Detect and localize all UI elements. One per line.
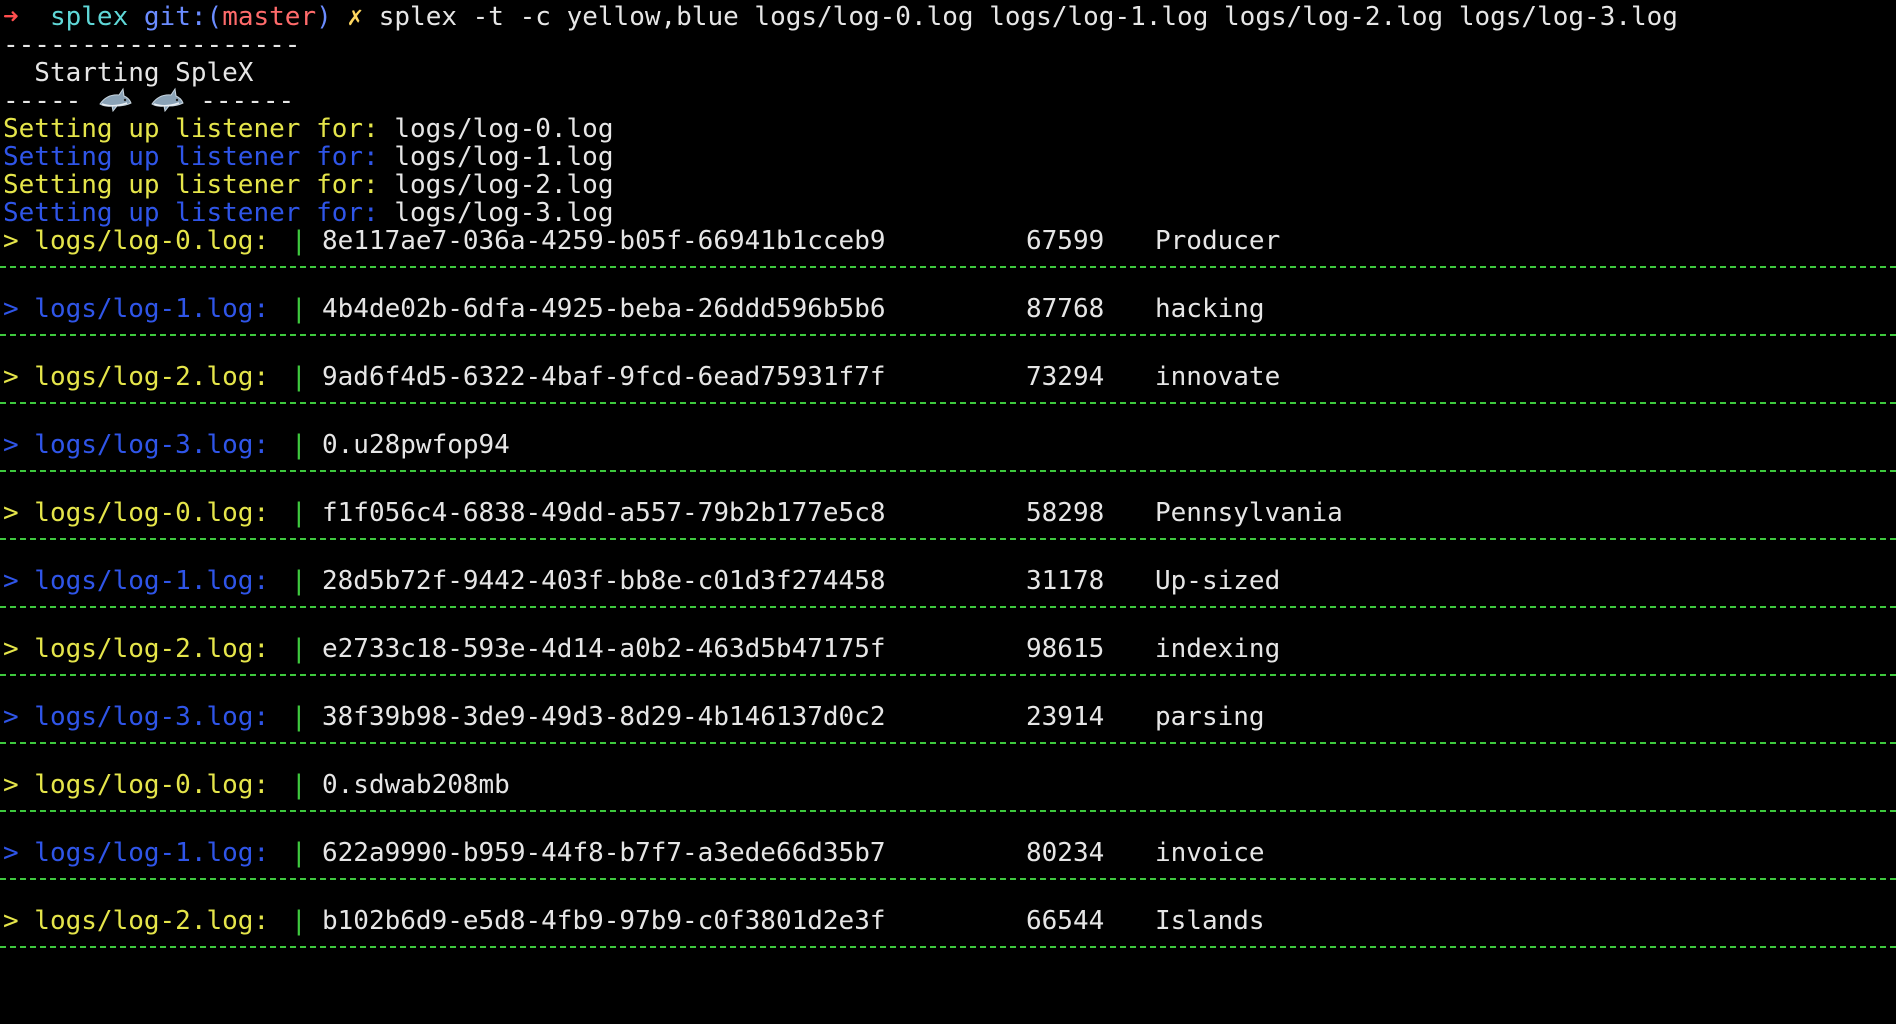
log-entry-number: 23914 [1026, 702, 1105, 732]
log-entry-separator [0, 470, 1896, 472]
log-entry-source: > logs/log-0.log: [3, 226, 285, 256]
log-entry-pipe: | [291, 906, 307, 936]
log-entry-number: 80234 [1026, 838, 1105, 868]
log-entry-word: Producer [1155, 226, 1281, 256]
log-entry-source: > logs/log-2.log: [3, 906, 285, 936]
log-entry-number: 58298 [1026, 498, 1105, 528]
log-entry-source: > logs/log-0.log: [3, 770, 285, 800]
log-entry-id: 9ad6f4d5-6322-4baf-9fcd-6ead75931f7f [322, 362, 886, 392]
log-entry-id: 0.u28pwfop94 [322, 430, 510, 460]
log-entry-word: Up-sized [1155, 566, 1281, 596]
log-entry-id: 28d5b72f-9442-403f-bb8e-c01d3f274458 [322, 566, 886, 596]
log-entry-id: b102b6d9-e5d8-4fb9-97b9-c0f3801d2e3f [322, 906, 886, 936]
log-entry-word: hacking [1155, 294, 1265, 324]
log-entry-pipe: | [291, 430, 307, 460]
log-entry-pipe: | [291, 702, 307, 732]
log-entry-pipe: | [291, 770, 307, 800]
log-entry-id: 622a9990-b959-44f8-b7f7-a3ede66d35b7 [322, 838, 886, 868]
log-entry-number: 87768 [1026, 294, 1105, 324]
log-entry-separator [0, 878, 1896, 880]
log-entry-pipe: | [291, 226, 307, 256]
log-entry-id: 8e117ae7-036a-4259-b05f-66941b1cceb9 [322, 226, 886, 256]
terminal-window[interactable]: ➜ splex git:(master) ✗ splex -t -c yello… [0, 0, 1896, 1024]
log-entry-number: 67599 [1026, 226, 1105, 256]
log-entry-number: 73294 [1026, 362, 1105, 392]
dirty-marker-icon: ✗ [347, 2, 364, 32]
log-entry-separator [0, 266, 1896, 268]
log-entry-source: > logs/log-2.log: [3, 634, 285, 664]
log-entry-separator [0, 946, 1896, 948]
command-text: splex -t -c yellow,blue logs/log-0.log l… [378, 2, 1678, 32]
log-entry-separator [0, 810, 1896, 812]
log-entry-separator [0, 538, 1896, 540]
prompt-git-close: ) [316, 2, 332, 32]
log-entry-word: Pennsylvania [1155, 498, 1343, 528]
log-entry-separator [0, 334, 1896, 336]
log-entry-separator [0, 742, 1896, 744]
log-entry-source: > logs/log-1.log: [3, 566, 285, 596]
log-entry-source: > logs/log-3.log: [3, 430, 285, 460]
log-entry-number: 31178 [1026, 566, 1105, 596]
log-entry-source: > logs/log-0.log: [3, 498, 285, 528]
log-entry-word: parsing [1155, 702, 1265, 732]
log-entry-id: 38f39b98-3de9-49d3-8d29-4b146137d0c2 [322, 702, 886, 732]
log-entry-id: f1f056c4-6838-49dd-a557-79b2b177e5c8 [322, 498, 886, 528]
log-entry-word: invoice [1155, 838, 1265, 868]
log-entry-pipe: | [291, 838, 307, 868]
log-entry-pipe: | [291, 498, 307, 528]
log-entry-separator [0, 674, 1896, 676]
log-entry-id: e2733c18-593e-4d14-a0b2-463d5b47175f [322, 634, 886, 664]
log-entry-pipe: | [291, 566, 307, 596]
log-entry-number: 98615 [1026, 634, 1105, 664]
log-entry-separator [0, 606, 1896, 608]
log-entry-pipe: | [291, 634, 307, 664]
log-entry-id: 0.sdwab208mb [322, 770, 510, 800]
log-entry-pipe: | [291, 362, 307, 392]
log-entry-word: Islands [1155, 906, 1265, 936]
log-entry-pipe: | [291, 294, 307, 324]
log-entry-source: > logs/log-1.log: [3, 294, 285, 324]
log-entry-source: > logs/log-3.log: [3, 702, 285, 732]
log-entry-source: > logs/log-2.log: [3, 362, 285, 392]
log-entry-id: 4b4de02b-6dfa-4925-beba-26ddd596b5b6 [322, 294, 886, 324]
log-entry-word: innovate [1155, 362, 1281, 392]
log-entry-source: > logs/log-1.log: [3, 838, 285, 868]
log-entry-separator [0, 402, 1896, 404]
log-entry-word: indexing [1155, 634, 1281, 664]
log-entry-number: 66544 [1026, 906, 1105, 936]
